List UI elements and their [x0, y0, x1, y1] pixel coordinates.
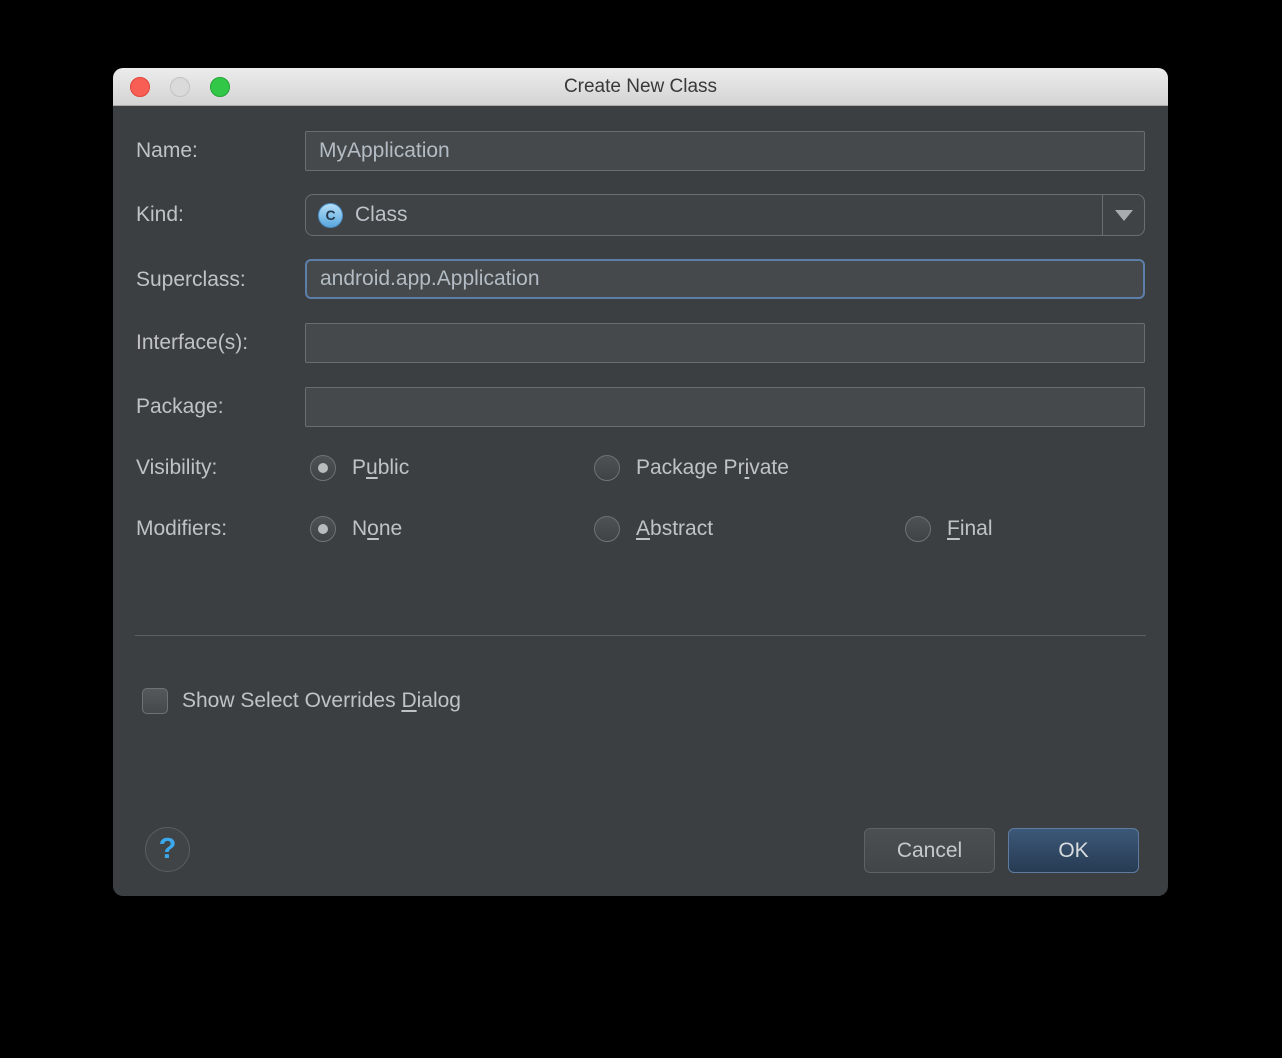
- chevron-down-icon: [1115, 210, 1133, 221]
- help-button[interactable]: ?: [145, 827, 190, 872]
- interfaces-label: Interface(s):: [136, 329, 248, 357]
- radio-final[interactable]: [905, 516, 931, 542]
- radio-final-label[interactable]: Final: [947, 515, 993, 543]
- visibility-label: Visibility:: [136, 454, 217, 482]
- name-label: Name:: [136, 137, 198, 165]
- modifiers-label: Modifiers:: [136, 515, 227, 543]
- package-label: Package:: [136, 393, 224, 421]
- radio-abstract[interactable]: [594, 516, 620, 542]
- kind-value-text: Class: [355, 203, 408, 227]
- radio-none-label[interactable]: None: [352, 515, 402, 543]
- package-input[interactable]: [305, 387, 1145, 427]
- radio-public[interactable]: [310, 455, 336, 481]
- cancel-button[interactable]: Cancel: [864, 828, 995, 873]
- radio-package-private[interactable]: [594, 455, 620, 481]
- radio-abstract-label[interactable]: Abstract: [636, 515, 713, 543]
- class-icon: C: [318, 203, 343, 228]
- superclass-input[interactable]: android.app.Application: [305, 259, 1145, 299]
- question-mark-icon: ?: [159, 833, 177, 866]
- create-new-class-dialog: Create New Class Name: MyApplication Kin…: [113, 68, 1168, 896]
- titlebar[interactable]: Create New Class: [113, 68, 1168, 106]
- radio-dot: [318, 524, 328, 534]
- window-title: Create New Class: [113, 68, 1168, 106]
- show-select-overrides-label[interactable]: Show Select Overrides Dialog: [182, 687, 461, 715]
- interfaces-input[interactable]: [305, 323, 1145, 363]
- separator: [135, 635, 1146, 636]
- ok-button[interactable]: OK: [1008, 828, 1139, 873]
- radio-public-label[interactable]: Public: [352, 454, 409, 482]
- radio-package-private-label[interactable]: Package Private: [636, 454, 789, 482]
- kind-label: Kind:: [136, 201, 184, 229]
- show-select-overrides-checkbox[interactable]: [142, 688, 168, 714]
- name-input[interactable]: MyApplication: [305, 131, 1145, 171]
- radio-none[interactable]: [310, 516, 336, 542]
- dialog-body: Name: MyApplication Kind: C Class Superc…: [113, 106, 1168, 896]
- kind-selected-value: C Class: [306, 203, 408, 228]
- kind-dropdown-button[interactable]: [1102, 195, 1144, 235]
- kind-combobox[interactable]: C Class: [305, 194, 1145, 236]
- superclass-label: Superclass:: [136, 266, 246, 294]
- radio-dot: [318, 463, 328, 473]
